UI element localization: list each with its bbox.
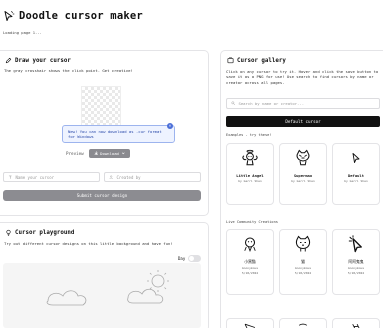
cursor-name-input[interactable]: Name your cursor xyxy=(3,172,100,182)
doodle-background xyxy=(46,270,169,306)
app-header: Doodle cursor maker xyxy=(3,10,143,22)
example-name: Supermao xyxy=(293,173,313,178)
default-cursor-button[interactable]: Default cursor xyxy=(226,116,380,127)
preview-row: Preview Download xyxy=(66,149,131,158)
download-icon xyxy=(94,151,98,156)
search-icon xyxy=(231,101,236,106)
example-author: by Gerri Shen xyxy=(344,179,368,183)
playground-area[interactable] xyxy=(3,263,201,328)
tooltip-close-button[interactable]: × xyxy=(167,123,173,129)
community-tile-partial[interactable] xyxy=(332,318,380,328)
creature-cursor-icon xyxy=(244,237,256,252)
community-name: 阿阿鬼鬼 xyxy=(348,259,364,264)
community-tile[interactable]: 阿阿鬼鬼 Anonymous 5/18/2024 xyxy=(332,229,380,295)
cat-cursor-icon xyxy=(296,149,310,166)
preview-label: Preview xyxy=(66,151,84,156)
day-toggle-switch[interactable] xyxy=(188,255,202,262)
draw-heading: Draw your cursor xyxy=(5,57,71,64)
angel-cursor-icon xyxy=(242,149,258,166)
download-label: Download xyxy=(100,151,119,156)
day-label: Day xyxy=(178,256,186,261)
chevron-down-icon xyxy=(121,152,125,155)
sparkle-doodle-icon xyxy=(352,324,360,328)
community-author: Anonymous xyxy=(347,266,365,270)
playground-heading: Cursor playground xyxy=(5,229,74,236)
gallery-heading: Cursor gallery xyxy=(227,57,286,64)
app-title: Doodle cursor maker xyxy=(19,10,143,22)
cursor-name-placeholder: Name your cursor xyxy=(15,174,55,180)
community-date: 5/18/2024 xyxy=(241,271,259,275)
cat-face-cursor-icon xyxy=(295,235,311,252)
example-name: Default xyxy=(347,173,364,178)
community-tile[interactable]: 小黑猫 Anonymous 5/18/2024 xyxy=(226,229,274,295)
community-tile-partial[interactable] xyxy=(226,318,274,328)
community-name: 小黑猫 xyxy=(244,259,256,264)
gallery-description: Click on any cursor to try it. Hover and… xyxy=(226,69,379,85)
search-placeholder: Search by name or creator... xyxy=(238,101,305,106)
draw-description: The gray crosshair shows the click point… xyxy=(4,68,133,73)
playground-heading-text: Cursor playground xyxy=(15,229,75,236)
submit-cursor-button[interactable]: Submit cursor design xyxy=(3,190,201,201)
community-date: 5/18/2024 xyxy=(294,271,312,275)
community-tile[interactable]: 猫 Anonymous 5/18/2024 xyxy=(279,229,327,295)
sparkle-arrow-cursor-icon xyxy=(348,235,362,253)
download-tooltip: New! You can now download as .cur format… xyxy=(62,123,175,143)
tooltip-text: New! You can now download as .cur format… xyxy=(68,129,162,139)
day-toggle[interactable]: Day xyxy=(178,255,202,262)
example-tile-little-angel[interactable]: Little Angel by Gerri Shen xyxy=(226,143,274,205)
examples-label: Examples - try these! xyxy=(226,133,272,137)
example-name: Little Angel xyxy=(236,173,264,178)
text-icon xyxy=(8,175,12,179)
author-placeholder: Created by xyxy=(116,174,141,180)
envelope-doodle-icon xyxy=(244,323,256,328)
toggle-knob xyxy=(189,256,195,261)
gallery-icon xyxy=(227,57,234,64)
loading-status: Loading page 1... xyxy=(3,30,42,35)
example-author: by Gerri Shen xyxy=(291,179,315,183)
user-icon xyxy=(109,175,113,179)
community-tile-partial[interactable] xyxy=(279,318,327,328)
community-label: Live Community Creations xyxy=(226,220,278,224)
example-author: by Gerri Shen xyxy=(238,179,262,183)
example-tile-supermao[interactable]: Supermao by Gerri Shen xyxy=(279,143,327,205)
community-date: 5/18/2024 xyxy=(347,271,365,275)
community-author: Anonymous xyxy=(294,266,312,270)
draw-heading-text: Draw your cursor xyxy=(15,57,71,64)
author-input[interactable]: Created by xyxy=(104,172,201,182)
doodle-cursor-icon xyxy=(4,11,15,21)
gallery-search-input[interactable]: Search by name or creator... xyxy=(226,98,380,109)
community-author: Anonymous xyxy=(241,266,259,270)
download-button[interactable]: Download xyxy=(88,149,131,158)
bulb-icon xyxy=(6,229,11,236)
community-name: 猫 xyxy=(301,259,305,264)
hand-doodle-icon xyxy=(298,323,308,326)
arrow-cursor-icon xyxy=(352,153,360,163)
playground-description: Try out different cursor designs on this… xyxy=(4,241,173,246)
example-tile-default[interactable]: Default by Gerri Shen xyxy=(332,143,380,205)
pen-icon xyxy=(5,57,12,64)
gallery-heading-text: Cursor gallery xyxy=(237,57,286,64)
